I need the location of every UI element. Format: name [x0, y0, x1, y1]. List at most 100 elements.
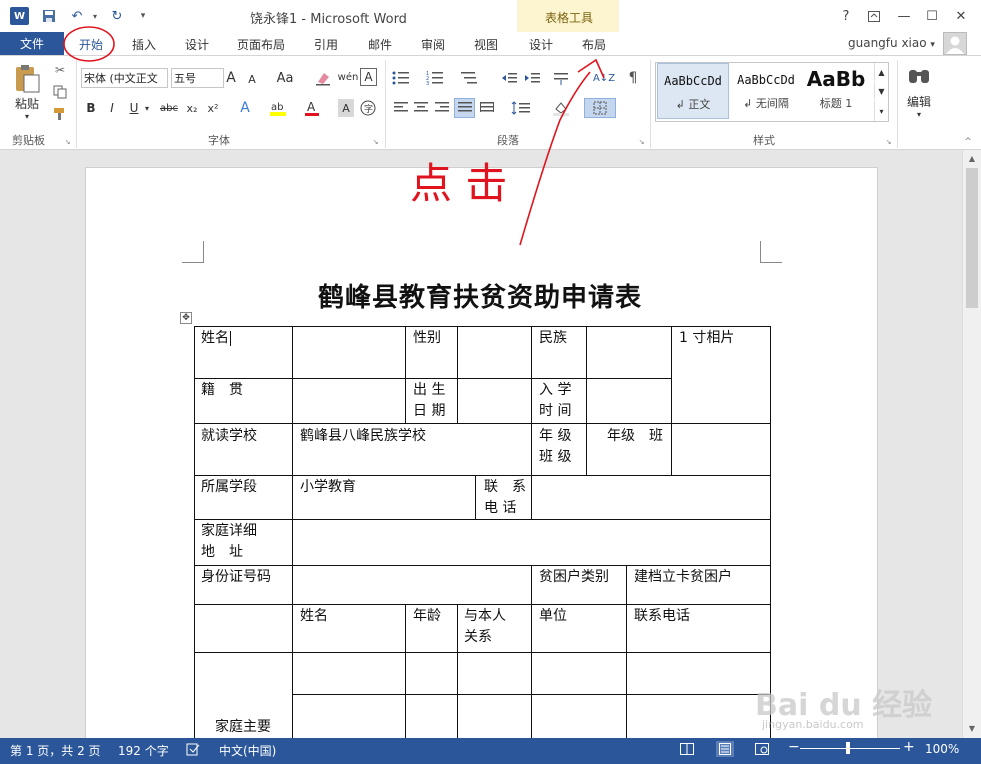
italic-button[interactable]: I: [104, 99, 120, 117]
tab-mailings[interactable]: 邮件: [368, 36, 392, 53]
font-name-combo[interactable]: 宋体 (中文正文: [81, 68, 168, 88]
bullets-icon[interactable]: [390, 68, 412, 88]
ribbon-display-icon[interactable]: [864, 7, 884, 25]
table-move-handle-icon[interactable]: ✥: [180, 312, 192, 324]
font-color-icon[interactable]: A: [303, 99, 321, 117]
redo-icon[interactable]: ↻: [108, 7, 126, 25]
page-count[interactable]: 第 1 页，共 2 页: [10, 742, 101, 759]
shading-icon[interactable]: [551, 99, 571, 117]
tab-design[interactable]: 设计: [185, 36, 209, 53]
sort-icon[interactable]: A↓Z: [593, 68, 615, 88]
align-right-icon[interactable]: [433, 99, 451, 117]
bold-button[interactable]: B: [83, 99, 99, 117]
decrease-indent-icon[interactable]: [499, 68, 519, 88]
cell-member-relation-header-2[interactable]: 关系: [464, 627, 492, 647]
superscript-button[interactable]: x²: [204, 99, 222, 117]
scrollbar-thumb[interactable]: [966, 168, 978, 308]
cell-member-relation-header-1[interactable]: 与本人: [464, 606, 506, 626]
cell-gender-label[interactable]: 性别: [413, 328, 441, 348]
user-dropdown-icon[interactable]: ▾: [930, 40, 935, 50]
binoculars-icon[interactable]: [904, 62, 934, 90]
justify-icon[interactable]: [454, 98, 475, 118]
cell-phone-label-2[interactable]: 电 话: [484, 498, 516, 518]
tab-references[interactable]: 引用: [314, 36, 338, 53]
zoom-out-button[interactable]: −: [788, 739, 800, 755]
character-shading-icon[interactable]: A: [338, 99, 354, 117]
align-center-icon[interactable]: [412, 99, 430, 117]
undo-dropdown-icon[interactable]: ▾: [86, 7, 104, 25]
character-border-button[interactable]: A: [360, 68, 377, 86]
cell-enroll-label-1[interactable]: 入 学: [539, 380, 571, 400]
close-button[interactable]: ✕: [951, 7, 971, 25]
cell-member-unit-header[interactable]: 单位: [539, 606, 567, 626]
paste-dropdown-icon[interactable]: ▾: [22, 111, 32, 121]
cell-native-label[interactable]: 籍 贯: [201, 380, 243, 400]
styles-more-icon[interactable]: ▾: [874, 101, 888, 121]
customize-quick-access-icon[interactable]: ▾: [134, 7, 152, 25]
numbering-icon[interactable]: 123: [424, 68, 446, 88]
zoom-level[interactable]: 100%: [925, 742, 959, 756]
tab-table-design[interactable]: 设计: [529, 36, 553, 53]
word-count[interactable]: 192 个字: [118, 742, 169, 759]
zoom-slider[interactable]: [800, 748, 900, 749]
shrink-font-button[interactable]: A: [244, 70, 260, 88]
cell-family-label[interactable]: 家庭主要: [215, 717, 271, 737]
cell-photo-label[interactable]: 1 寸相片: [679, 328, 734, 348]
cell-ethnicity-label[interactable]: 民族: [539, 328, 567, 348]
proofing-icon[interactable]: [185, 741, 201, 757]
maximize-button[interactable]: ☐: [922, 7, 942, 25]
tab-table-layout[interactable]: 布局: [582, 36, 606, 53]
borders-icon[interactable]: [584, 98, 616, 118]
cell-member-age-header[interactable]: 年龄: [413, 606, 441, 626]
clipboard-launcher-icon[interactable]: ↘: [63, 137, 72, 146]
style-no-spacing[interactable]: AaBbCcDd ↲ 无间隔: [730, 63, 802, 119]
tab-home[interactable]: 开始: [79, 36, 103, 53]
cell-birth-label-2[interactable]: 日 期: [413, 401, 445, 421]
underline-dropdown-icon[interactable]: ▾: [143, 99, 151, 117]
cell-address-label-1[interactable]: 家庭详细: [201, 521, 257, 541]
styles-scroll-down-icon[interactable]: ▼: [874, 82, 888, 100]
cell-name-label[interactable]: 姓名: [201, 328, 229, 348]
subscript-button[interactable]: x₂: [183, 99, 201, 117]
collapse-ribbon-icon[interactable]: ^: [962, 137, 974, 147]
tab-file[interactable]: 文件: [0, 32, 64, 55]
align-left-icon[interactable]: [392, 99, 410, 117]
cell-grade-value[interactable]: 年级 班: [607, 426, 663, 446]
copy-icon[interactable]: [52, 84, 68, 100]
underline-button[interactable]: U: [126, 99, 142, 117]
format-painter-icon[interactable]: [52, 106, 68, 122]
paragraph-launcher-icon[interactable]: ↘: [637, 137, 646, 146]
cell-grade-label-1[interactable]: 年 级: [539, 426, 571, 446]
style-heading-1[interactable]: AaBb 标题 1: [803, 63, 869, 119]
paste-button[interactable]: 粘贴: [10, 95, 44, 111]
print-layout-icon[interactable]: [716, 741, 734, 757]
clear-format-icon[interactable]: [314, 68, 332, 88]
save-icon[interactable]: [40, 7, 58, 25]
chinese-layout-icon[interactable]: [551, 68, 571, 88]
editing-button[interactable]: 编辑: [902, 92, 936, 110]
cell-school-value[interactable]: 鹤峰县八峰民族学校: [300, 426, 426, 446]
show-formatting-icon[interactable]: ¶: [624, 68, 642, 88]
cell-stage-label[interactable]: 所属学段: [201, 477, 257, 497]
cell-enroll-label-2[interactable]: 时 间: [539, 401, 571, 421]
enclose-characters-icon[interactable]: 字: [359, 99, 377, 117]
line-spacing-icon[interactable]: [510, 99, 532, 117]
tab-review[interactable]: 审阅: [421, 36, 445, 53]
cell-poor-type-value[interactable]: 建档立卡贫困户: [634, 567, 732, 587]
font-launcher-icon[interactable]: ↘: [371, 137, 380, 146]
tab-page-layout[interactable]: 页面布局: [237, 36, 285, 53]
font-size-combo[interactable]: 五号: [171, 68, 224, 88]
undo-icon[interactable]: ↶: [68, 7, 86, 25]
scroll-down-icon[interactable]: ▼: [966, 722, 978, 734]
vertical-scrollbar[interactable]: ▲ ▼: [962, 150, 981, 738]
cell-id-label[interactable]: 身份证号码: [201, 567, 271, 587]
web-layout-icon[interactable]: [754, 741, 770, 757]
change-case-button[interactable]: Aa: [273, 68, 297, 88]
cut-icon[interactable]: ✂: [52, 62, 68, 78]
help-button[interactable]: ?: [836, 7, 856, 25]
text-effects-icon[interactable]: A: [236, 99, 254, 117]
cell-address-label-2[interactable]: 地 址: [201, 542, 243, 562]
styles-scroll-up-icon[interactable]: ▲: [874, 63, 888, 81]
cell-stage-value[interactable]: 小学教育: [300, 477, 356, 497]
zoom-in-button[interactable]: +: [903, 739, 915, 755]
